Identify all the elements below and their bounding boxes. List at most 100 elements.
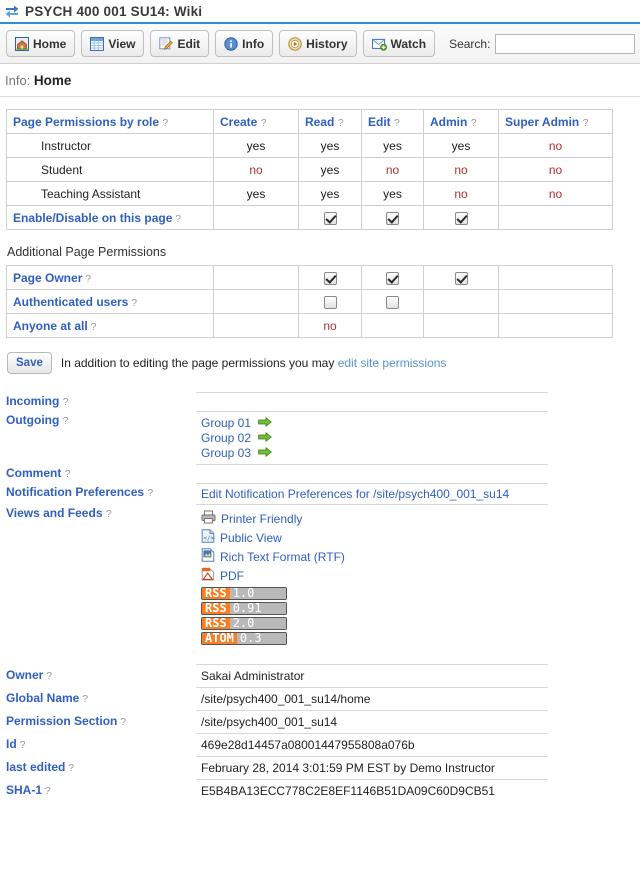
header-label-edit[interactable]: Edit <box>368 115 391 129</box>
home-button-label: Home <box>33 36 67 51</box>
checkbox-checked[interactable] <box>323 211 337 225</box>
metadata-label-text[interactable]: SHA-1 <box>6 783 42 797</box>
help-icon[interactable]: ? <box>338 117 344 129</box>
metadata-row: Permission Section ?/site/psych400_001_s… <box>6 710 634 733</box>
outgoing-group-link[interactable]: Group 03 <box>201 446 251 460</box>
feed-badge[interactable]: ATOM 0.3 <box>201 632 287 645</box>
enable-disable-label-cell: Enable/Disable on this page ? <box>6 205 214 230</box>
help-icon[interactable]: ? <box>43 670 52 682</box>
views-label: Views and Feeds ? <box>6 504 196 520</box>
table-row: Teaching Assistant yes yes yes no no <box>6 181 613 206</box>
watch-button[interactable]: Watch <box>362 30 436 57</box>
checkbox-checked[interactable] <box>323 271 337 285</box>
incoming-value <box>196 392 548 410</box>
outgoing-label-text[interactable]: Outgoing <box>6 413 59 427</box>
help-icon[interactable]: ? <box>394 117 400 129</box>
permission-value-cell: yes <box>423 133 499 158</box>
enable-disable-label[interactable]: Enable/Disable on this page <box>13 211 172 225</box>
feed-badge[interactable]: RSS 2.0 <box>201 617 287 630</box>
checkbox-checked[interactable] <box>454 271 468 285</box>
checkbox-checked[interactable] <box>386 211 399 225</box>
page-heading-name: Home <box>33 73 72 88</box>
help-icon[interactable]: ? <box>63 396 69 408</box>
incoming-label-text[interactable]: Incoming <box>6 394 59 408</box>
help-icon[interactable]: ? <box>583 117 589 129</box>
metadata-label-text[interactable]: Global Name <box>6 691 79 705</box>
save-button[interactable]: Save <box>7 352 52 374</box>
home-button[interactable]: Home <box>6 30 76 57</box>
header-label-read[interactable]: Read <box>305 115 334 129</box>
header-cell-admin: Admin ? <box>423 109 499 134</box>
metadata-label: Permission Section ? <box>6 710 196 728</box>
outgoing-group-link[interactable]: Group 02 <box>201 431 251 445</box>
help-icon[interactable]: ? <box>162 117 168 129</box>
metadata-value: /site/psych400_001_su14/home <box>196 687 548 710</box>
info-button[interactable]: Info <box>215 30 274 57</box>
header-label-superadmin[interactable]: Super Admin <box>505 115 579 129</box>
additional-permission-label[interactable]: Anyone at all <box>13 319 88 333</box>
notification-preferences-link[interactable]: Edit Notification Preferences for /site/… <box>201 487 509 501</box>
detail-row-incoming: Incoming ? <box>6 392 634 411</box>
history-button[interactable]: History <box>279 30 357 57</box>
help-icon[interactable]: ? <box>42 785 51 797</box>
permission-value: no <box>548 138 563 153</box>
swap-arrows-icon <box>4 4 20 18</box>
permission-value-cell: no <box>423 181 499 206</box>
edit-button[interactable]: Edit <box>150 30 210 57</box>
help-icon[interactable]: ? <box>471 117 477 129</box>
metadata-value: /site/psych400_001_su14 <box>196 710 548 733</box>
header-label-admin[interactable]: Admin <box>430 115 467 129</box>
main-toolbar: Home View Edit Info History Watch Search… <box>0 24 640 64</box>
view-link[interactable]: Rich Text Format (RTF) <box>220 550 345 564</box>
edit-site-permissions-link[interactable]: edit site permissions <box>338 356 447 370</box>
metadata-label-text[interactable]: Owner <box>6 668 43 682</box>
permission-checkbox-cell <box>298 205 362 230</box>
header-label-create[interactable]: Create <box>220 115 257 129</box>
edit-button-label: Edit <box>177 36 201 51</box>
help-icon[interactable]: ? <box>79 693 88 705</box>
header-label-role[interactable]: Page Permissions by role <box>13 115 159 129</box>
detail-row-views: Views and Feeds ? Printer Friendly </> Pub… <box>6 504 634 650</box>
additional-permission-label[interactable]: Authenticated users <box>13 295 128 309</box>
feed-badge[interactable]: RSS 0.91 <box>201 602 287 615</box>
search-input[interactable] <box>495 33 636 54</box>
metadata-value: Sakai Administrator <box>196 664 548 687</box>
metadata-label-text[interactable]: Id <box>6 737 17 751</box>
permission-value-cell: no <box>498 133 613 158</box>
checkbox-checked[interactable] <box>386 271 399 285</box>
list-item: </> Public View <box>201 529 548 546</box>
help-icon[interactable]: ? <box>65 762 74 774</box>
permission-value: no <box>323 318 337 333</box>
role-name-cell: Instructor <box>6 133 214 158</box>
help-icon[interactable]: ? <box>82 273 91 285</box>
view-button[interactable]: View <box>81 30 145 57</box>
checkbox-unchecked[interactable] <box>323 295 337 309</box>
permission-cell <box>298 265 362 290</box>
help-icon[interactable]: ? <box>147 487 153 499</box>
help-icon[interactable]: ? <box>128 297 137 309</box>
view-link[interactable]: PDF <box>220 569 244 583</box>
help-icon[interactable]: ? <box>106 508 112 520</box>
info-circle-icon <box>224 36 238 51</box>
metadata-label-text[interactable]: last edited <box>6 760 65 774</box>
notification-label-text[interactable]: Notification Preferences <box>6 485 144 499</box>
views-label-text[interactable]: Views and Feeds <box>6 506 103 520</box>
help-icon[interactable]: ? <box>117 716 126 728</box>
metadata-label-text[interactable]: Permission Section <box>6 714 117 728</box>
additional-permission-label[interactable]: Page Owner <box>13 271 82 285</box>
view-link[interactable]: Public View <box>220 531 282 545</box>
feed-badge[interactable]: RSS 1.0 <box>201 587 287 600</box>
checkbox-unchecked[interactable] <box>386 295 399 309</box>
help-icon[interactable]: ? <box>172 213 181 225</box>
help-icon[interactable]: ? <box>261 117 267 129</box>
checkbox-checked[interactable] <box>454 211 468 225</box>
comment-label-text[interactable]: Comment <box>6 466 61 480</box>
help-icon[interactable]: ? <box>17 739 26 751</box>
permission-cell <box>423 313 499 338</box>
help-icon[interactable]: ? <box>65 468 71 480</box>
help-icon[interactable]: ? <box>88 321 97 333</box>
outgoing-group-link[interactable]: Group 01 <box>201 416 251 430</box>
metadata-value: February 28, 2014 3:01:59 PM EST by Demo… <box>196 756 548 779</box>
help-icon[interactable]: ? <box>63 415 69 427</box>
view-link[interactable]: Printer Friendly <box>221 512 302 526</box>
